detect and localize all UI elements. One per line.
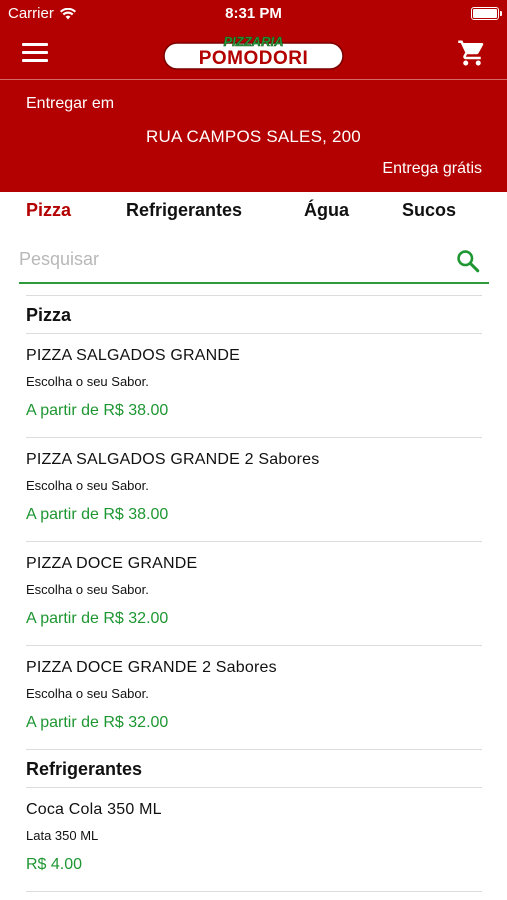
item-name: PIZZA SALGADOS GRANDE 2 Sabores [26,451,320,468]
item-price: A partir de R$ 38.00 [26,402,169,419]
search-bar [19,240,489,284]
tab-refrigerantes[interactable]: Refrigerantes [126,200,242,221]
divider [26,891,482,892]
item-description: Escolha o seu Sabor. [26,478,149,493]
item-name: PIZZA DOCE GRANDE 2 Sabores [26,659,277,676]
item-price: R$ 4.00 [26,856,83,873]
list-item[interactable]: PIZZA SALGADOS GRANDE 2 Sabores Escolha … [26,438,482,541]
list-item[interactable]: PIZZA DOCE GRANDE 2 Sabores Escolha o se… [26,646,482,749]
product-list: Pizza PIZZA SALGADOS GRANDE Escolha o se… [26,295,482,892]
battery-icon [471,7,502,20]
list-item[interactable]: Coca Cola 350 ML Lata 350 ML R$ 4.00 [26,788,482,891]
item-price: A partir de R$ 32.00 [26,714,169,731]
status-time: 8:31 PM [225,5,282,22]
svg-text:PIZZARIA: PIZZARIA [224,34,284,49]
item-description: Escolha o seu Sabor. [26,686,149,701]
list-item[interactable]: PIZZA SALGADOS GRANDE Escolha o seu Sabo… [26,334,482,437]
delivery-fee: Entrega grátis [382,160,482,177]
item-price: A partir de R$ 38.00 [26,506,169,523]
list-item[interactable]: PIZZA DOCE GRANDE Escolha o seu Sabor. A… [26,542,482,645]
delivery-address[interactable]: RUA CAMPOS SALES, 200 [0,127,507,147]
tab-pizza[interactable]: Pizza [26,200,71,221]
navigation-bar: PIZZARIA POMODORI [0,28,507,80]
svg-text:POMODORI: POMODORI [199,48,309,69]
search-icon[interactable] [455,248,481,274]
item-name: PIZZA SALGADOS GRANDE [26,347,241,364]
pizzaria-pomodori-logo: PIZZARIA POMODORI [163,34,344,70]
delivery-banner[interactable]: Entregar em RUA CAMPOS SALES, 200 Entreg… [0,80,507,192]
tab-agua[interactable]: Água [304,200,349,221]
tab-sucos[interactable]: Sucos [402,200,456,221]
category-tabs: Pizza Refrigerantes Água Sucos [0,192,507,230]
section-header-refrigerantes: Refrigerantes [26,759,143,779]
item-price: A partir de R$ 32.00 [26,610,169,627]
item-description: Lata 350 ML [26,828,99,843]
item-name: PIZZA DOCE GRANDE [26,555,198,572]
item-description: Escolha o seu Sabor. [26,374,149,389]
search-input[interactable] [19,244,439,274]
item-name: Coca Cola 350 ML [26,801,162,818]
status-bar: Carrier 8:31 PM [0,0,507,28]
section-header-pizza: Pizza [26,305,72,325]
shopping-cart-icon[interactable] [457,38,487,68]
deliver-to-label: Entregar em [26,95,115,112]
item-description: Escolha o seu Sabor. [26,582,149,597]
hamburger-menu-icon[interactable] [22,43,48,63]
